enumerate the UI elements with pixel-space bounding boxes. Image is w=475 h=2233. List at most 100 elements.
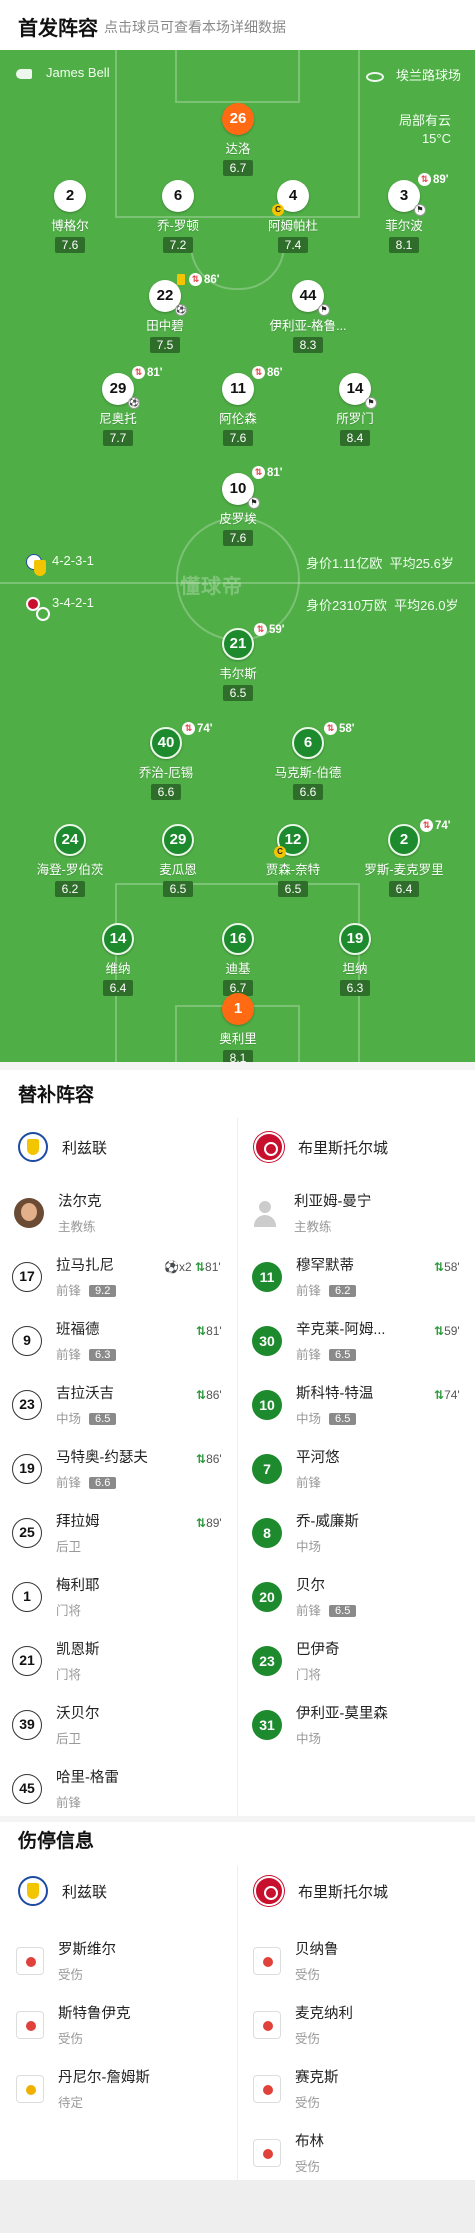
medical-kit-icon [253, 1946, 281, 1975]
injured-player-name: 贝纳鲁 [295, 1942, 339, 1958]
coach-name: 法尔克 [58, 1194, 102, 1210]
player-number: 26 [222, 103, 254, 135]
sub-name: 伊利亚-莫里森 [296, 1706, 388, 1722]
home-player[interactable]: 3 ⇅ 89' ⚑ 菲尔波 8.1 [349, 173, 459, 254]
sub-player[interactable]: 10 斯科特-特温 中场 6.5 [252, 1382, 373, 1427]
injury-status: 受伤 [58, 2032, 84, 2046]
sub-player[interactable]: 45 哈里-格雷 前锋 [12, 1766, 119, 1811]
player-name: 韦尔斯 [219, 667, 257, 681]
player-number-text: 40 [157, 734, 175, 751]
player-number: 24 [54, 824, 86, 856]
sub-player[interactable]: 25 拜拉姆 后卫 [12, 1510, 100, 1555]
leeds-crest-icon [18, 1132, 48, 1162]
assist-icon: ⚑ [248, 497, 260, 509]
home-coach[interactable]: 法尔克 主教练 [14, 1190, 102, 1235]
home-player[interactable]: 4C 阿姆帕杜 7.4 [238, 180, 348, 254]
home-player[interactable]: 10 ⇅ 81' ⚑ 皮罗埃 7.6 [183, 466, 293, 547]
player-name: 阿姆帕杜 [267, 219, 318, 233]
away-player[interactable]: 29 麦瓜恩 6.5 [123, 824, 233, 898]
sub-player[interactable]: 23 巴伊奇 门将 [252, 1638, 340, 1683]
sub-player[interactable]: 17 拉马扎尼 前锋 9.2 [12, 1254, 117, 1299]
home-team-name: 利兹联 [62, 1883, 108, 1901]
away-player[interactable]: 19 坦纳 6.3 [300, 923, 410, 997]
sub-position: 门将 [296, 1668, 322, 1682]
home-player[interactable]: 14 ⚑ 所罗门 8.4 [300, 373, 410, 447]
injury-status: 受伤 [295, 2032, 321, 2046]
away-team-header[interactable]: 布里斯托尔城 [254, 1132, 388, 1162]
sub-position: 中场 [296, 1412, 322, 1426]
away-player[interactable]: 16 迪基 6.7 [183, 923, 293, 997]
sub-player[interactable]: 8 乔-威廉斯 中场 [252, 1510, 359, 1555]
injured-player-name: 布林 [295, 2134, 324, 2150]
sub-player[interactable]: 31 伊利亚-莫里森 中场 [252, 1702, 388, 1747]
player-number-text: 2 [399, 831, 409, 848]
home-player[interactable]: 29 ⇅ 81' ⚽ 尼奥托 7.7 [63, 366, 173, 447]
home-player[interactable]: 26 达洛 6.7 [183, 103, 293, 177]
sub-events: ⇅89' [196, 1516, 222, 1530]
sub-name: 斯科特-特温 [296, 1386, 374, 1402]
sub-minute: 74' [435, 820, 451, 832]
player-rating: 7.5 [149, 337, 181, 353]
home-team-header[interactable]: 利兹联 [18, 1876, 107, 1906]
sub-player[interactable]: 19 马特奥-约瑟夫 前锋 6.6 [12, 1446, 148, 1491]
sub-name: 穆罕默蒂 [296, 1258, 354, 1274]
away-player[interactable]: 12 C 贾森-奈特 6.5 [238, 824, 348, 898]
away-goalkeeper[interactable]: 1 奥利里 8.1 [183, 993, 293, 1062]
away-player[interactable]: 2 ⇅ 74' 罗斯-麦克罗里 6.4 [349, 819, 459, 898]
sub-player[interactable]: 21 凯恩斯 门将 [12, 1638, 100, 1683]
player-number: 14 [102, 923, 134, 955]
away-player[interactable]: 24 海登-罗伯茨 6.2 [15, 824, 125, 898]
injury-item[interactable]: 赛克斯 受伤 [253, 2066, 339, 2111]
sub-name: 凯恩斯 [56, 1642, 100, 1658]
injured-player-name: 麦克纳利 [295, 2006, 353, 2022]
injury-item[interactable]: 罗斯维尔 受伤 [16, 1938, 116, 1983]
sub-number: 20 [252, 1581, 282, 1612]
away-team-header[interactable]: 布里斯托尔城 [254, 1876, 388, 1906]
sub-player[interactable]: 9 班福德 前锋 6.3 [12, 1318, 117, 1363]
sub-player[interactable]: 11 穆罕默蒂 前锋 6.2 [252, 1254, 357, 1299]
player-rating: 7.2 [162, 237, 194, 253]
away-player[interactable]: 40 ⇅ 74' 乔治-厄锡 6.6 [111, 722, 221, 801]
injury-item[interactable]: 斯特鲁伊克 受伤 [16, 2002, 131, 2047]
injury-item[interactable]: 丹尼尔-詹姆斯 待定 [16, 2066, 150, 2111]
home-player[interactable]: 22 ⇅ 86' ⚽ 田中碧 7.5 [110, 273, 220, 354]
sub-off-icon: ⇅ [324, 722, 337, 736]
sub-player[interactable]: 7 平河悠 前锋 [252, 1446, 340, 1491]
away-player[interactable]: 14 维纳 6.4 [63, 923, 173, 997]
home-player[interactable]: 11 ⇅ 86' 阿伦森 7.6 [183, 366, 293, 447]
player-name: 奥利里 [219, 1032, 257, 1046]
sub-player[interactable]: 23 吉拉沃吉 中场 6.5 [12, 1382, 117, 1427]
home-player[interactable]: 6 乔-罗顿 7.2 [123, 180, 233, 254]
away-coach[interactable]: 利亚姆-曼宁 主教练 [250, 1190, 371, 1235]
sub-player[interactable]: 30 辛克莱-阿姆... 前锋 6.5 [252, 1318, 385, 1363]
whistle-icon [16, 68, 32, 79]
away-value-text: 身价2310万欧 [306, 598, 387, 613]
sub-rating: 6.5 [89, 1413, 117, 1425]
away-team-name: 布里斯托尔城 [298, 1139, 389, 1157]
sub-rating: 6.3 [89, 1349, 117, 1361]
away-player[interactable]: 6 ⇅ 58' 马克斯-伯德 6.6 [253, 722, 363, 801]
player-number-text: 11 [230, 380, 246, 397]
sub-player[interactable]: 39 沃贝尔 后卫 [12, 1702, 100, 1747]
home-player[interactable]: 44 ⚑ 伊利亚-格鲁... 8.3 [253, 280, 363, 354]
home-value-text: 身价1.11亿欧 [306, 556, 383, 571]
sub-minute: 86' [267, 367, 283, 379]
weather-info: 局部有云 15°C [399, 112, 451, 148]
sub-position: 前锋 [56, 1284, 82, 1298]
home-player[interactable]: 2 博格尔 7.6 [15, 180, 125, 254]
sub-player[interactable]: 1 梅利耶 门将 [12, 1574, 100, 1619]
injury-item[interactable]: 麦克纳利 受伤 [253, 2002, 353, 2047]
medical-kit-icon [253, 2010, 281, 2039]
leeds-crest-icon [18, 1876, 48, 1906]
injuries-title: 伤停信息 [18, 1831, 95, 1852]
injury-item[interactable]: 贝纳鲁 受伤 [253, 1938, 339, 1983]
home-team-header[interactable]: 利兹联 [18, 1132, 107, 1162]
medical-kit-icon [253, 2138, 281, 2167]
injury-item[interactable]: 布林 受伤 [253, 2130, 324, 2175]
player-rating: 6.2 [54, 881, 86, 897]
temperature-text: 15°C [421, 131, 451, 146]
away-player[interactable]: 21 ⇅ 59' 韦尔斯 6.5 [183, 623, 293, 702]
sub-events: ⇅59' [434, 1324, 460, 1338]
sub-number: 45 [12, 1773, 42, 1804]
sub-player[interactable]: 20 贝尔 前锋 6.5 [252, 1574, 357, 1619]
